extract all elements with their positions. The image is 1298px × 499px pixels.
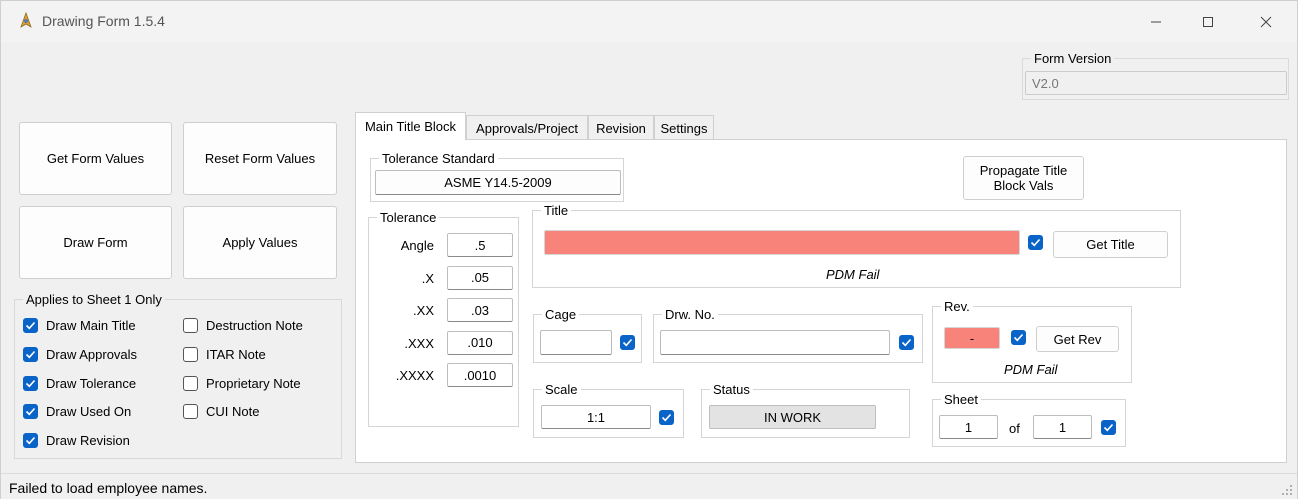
status-label: Status (710, 382, 753, 397)
checkmark-icon (901, 338, 912, 347)
app-window: Drawing Form 1.5.4 Form Version V2.0 Get… (0, 0, 1298, 499)
form-version-field: V2.0 (1025, 71, 1287, 95)
draw-approvals-checkbox[interactable] (23, 346, 38, 362)
checkmark-icon (25, 437, 36, 445)
scale-checkbox[interactable] (659, 410, 674, 425)
proprietary-note-checkbox[interactable] (183, 375, 198, 391)
itar-note-checkbox[interactable] (183, 346, 198, 362)
maximize-icon (1203, 17, 1213, 27)
propagate-button-label: Propagate Title Block Vals (979, 163, 1068, 193)
draw-approvals-label: Draw Approvals (46, 346, 138, 362)
cui-note-checkbox[interactable] (183, 404, 198, 420)
window-title: Drawing Form 1.5.4 (42, 13, 165, 29)
draw-main-title-checkbox[interactable] (23, 318, 38, 333)
tolerance-row-label: .XXX (404, 335, 434, 351)
tab-settings[interactable]: Settings (654, 115, 714, 140)
title-field[interactable] (544, 230, 1020, 255)
reset-form-values-button[interactable]: Reset Form Values (183, 122, 337, 195)
checkmark-icon (1013, 333, 1024, 342)
cui-note-label: CUI Note (206, 404, 260, 420)
proprietary-note-label: Proprietary Note (206, 375, 301, 391)
title-bar: Drawing Form 1.5.4 (1, 1, 1297, 43)
maximize-button[interactable] (1185, 1, 1231, 43)
title-checkbox[interactable] (1028, 235, 1043, 250)
get-rev-button[interactable]: Get Rev (1036, 326, 1119, 352)
draw-revision-checkbox[interactable] (23, 433, 38, 449)
status-bar: Failed to load employee names. (1, 473, 1297, 499)
minimize-button[interactable] (1133, 1, 1179, 43)
scale-field[interactable]: 1:1 (541, 405, 651, 429)
drw-no-checkbox[interactable] (899, 335, 914, 350)
sheet-number-field[interactable]: 1 (939, 415, 998, 439)
rev-field[interactable]: - (944, 327, 1000, 349)
tab-revision[interactable]: Revision (588, 115, 654, 140)
main-title-block-panel: Tolerance Standard ASME Y14.5-2009 Propa… (355, 139, 1287, 463)
rev-label: Rev. (941, 299, 973, 314)
checkmark-icon (622, 338, 633, 347)
destruction-note-label: Destruction Note (206, 318, 303, 333)
tolerance-row-field[interactable]: .05 (447, 265, 513, 290)
tolerance-standard-select[interactable]: ASME Y14.5-2009 (375, 170, 621, 195)
tolerance-row-field[interactable]: .0010 (447, 363, 513, 387)
minimize-icon (1151, 21, 1161, 23)
draw-revision-label: Draw Revision (46, 433, 130, 449)
tolerance-row-field[interactable]: .03 (447, 298, 513, 322)
sheet-of-label: of (1009, 421, 1020, 436)
sheet-checkbox[interactable] (1101, 420, 1116, 435)
draw-form-button[interactable]: Draw Form (19, 206, 172, 279)
close-button[interactable] (1243, 1, 1289, 43)
get-title-button[interactable]: Get Title (1053, 231, 1168, 258)
checkmark-icon (1103, 423, 1114, 432)
draw-tolerance-checkbox[interactable] (23, 375, 38, 391)
tolerance-row-label: .XX (413, 303, 434, 318)
checkmark-icon (661, 413, 672, 422)
propagate-title-block-button[interactable]: Propagate Title Block Vals (963, 156, 1084, 200)
sheet-total-field[interactable]: 1 (1033, 415, 1092, 439)
tolerance-row-label: .X (421, 270, 434, 286)
checkmark-icon (25, 408, 36, 416)
status-select[interactable]: IN WORK (709, 405, 876, 429)
apply-values-button[interactable]: Apply Values (183, 206, 337, 279)
rev-checkbox[interactable] (1011, 330, 1026, 345)
resize-grip-icon[interactable] (1281, 484, 1293, 496)
tab-approvals-project[interactable]: Approvals/Project (466, 115, 588, 140)
tolerance-standard-label: Tolerance Standard (379, 151, 498, 166)
drw-no-field[interactable] (660, 330, 890, 355)
title-label: Title (541, 203, 572, 218)
destruction-note-checkbox[interactable] (183, 318, 198, 333)
cage-label: Cage (542, 307, 580, 322)
cage-checkbox[interactable] (620, 335, 635, 350)
checkmark-icon (1030, 238, 1041, 247)
tolerance-row-label: Angle (400, 238, 434, 253)
sheet-label: Sheet (941, 392, 981, 407)
cage-field[interactable] (540, 330, 612, 355)
tolerance-label: Tolerance (377, 210, 440, 225)
draw-tolerance-label: Draw Tolerance (46, 375, 137, 391)
close-icon (1260, 16, 1272, 28)
tolerance-row-label: .XXXX (395, 368, 434, 383)
get-form-values-button[interactable]: Get Form Values (19, 122, 172, 195)
itar-note-label: ITAR Note (206, 346, 266, 362)
title-pdm-status: PDM Fail (826, 267, 880, 282)
status-message: Failed to load employee names. (9, 480, 208, 496)
tolerance-row-field[interactable]: .5 (447, 233, 513, 257)
tolerance-row-field[interactable]: .010 (447, 330, 513, 355)
draw-used-on-checkbox[interactable] (23, 404, 38, 420)
draw-main-title-label: Draw Main Title (46, 318, 136, 333)
form-version-label: Form Version (1031, 51, 1115, 66)
scale-label: Scale (542, 382, 581, 397)
checkmark-icon (25, 379, 36, 388)
app-logo-icon (20, 12, 32, 28)
draw-used-on-label: Draw Used On (46, 404, 132, 420)
sheet1-options-label: Applies to Sheet 1 Only (23, 292, 165, 307)
checkmark-icon (25, 321, 36, 330)
checkmark-icon (25, 350, 36, 359)
rev-pdm-status: PDM Fail (1004, 362, 1058, 377)
drw-no-label: Drw. No. (662, 307, 718, 322)
tab-main-title-block[interactable]: Main Title Block (355, 112, 466, 140)
